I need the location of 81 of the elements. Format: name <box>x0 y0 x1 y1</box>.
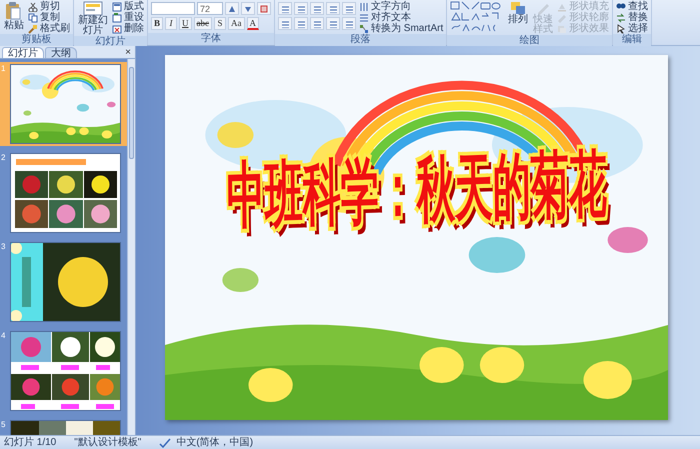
format-button[interactable]: S <box>214 17 226 30</box>
fill-icon <box>557 2 568 12</box>
ribbon-button[interactable]: 转换为 SmartArt <box>359 23 444 34</box>
spellcheck-icon <box>159 438 172 448</box>
ribbon-button[interactable]: 重设 <box>112 12 144 23</box>
align-button[interactable] <box>326 17 340 30</box>
align-button[interactable] <box>342 17 356 30</box>
indent-button[interactable] <box>342 2 356 15</box>
align-button[interactable] <box>294 17 308 30</box>
slide-counter: 幻灯片 1/10 <box>4 436 56 448</box>
align-button[interactable] <box>310 17 324 30</box>
ribbon-button[interactable]: 替换 <box>616 12 648 23</box>
font-size-field[interactable]: 72 <box>197 2 223 15</box>
align-button[interactable] <box>278 17 292 30</box>
paste-button[interactable]: 粘贴 <box>3 1 25 31</box>
ribbon-button[interactable]: 版式 <box>112 1 144 12</box>
lines-icon <box>345 20 353 28</box>
format-button[interactable]: A <box>246 17 260 30</box>
ribbon-button[interactable]: 剪切 <box>28 1 70 12</box>
new-slide-button[interactable]: 新建幻灯片 <box>77 1 109 36</box>
cursor-icon <box>616 24 626 34</box>
lines-icon <box>281 20 289 28</box>
ribbon-button[interactable]: 删除 <box>112 23 144 34</box>
lines-icon <box>297 20 305 28</box>
delete-icon <box>112 24 122 34</box>
list-button[interactable] <box>294 2 308 15</box>
format-button[interactable]: I <box>165 17 178 30</box>
binoculars-icon <box>616 2 626 12</box>
font-name-field[interactable] <box>151 2 195 15</box>
clear-format-button[interactable] <box>257 2 271 15</box>
align-icon <box>359 12 369 22</box>
stacked-squares-icon <box>510 1 526 15</box>
effects-icon <box>557 24 568 34</box>
copy-icon <box>28 12 38 22</box>
format-button[interactable]: abc <box>194 17 212 30</box>
language-status[interactable]: 中文(简体，中国) <box>176 436 254 448</box>
lines-icon <box>297 4 305 12</box>
scrollbar[interactable] <box>127 59 135 435</box>
theme-name: "默认设计模板" <box>74 436 142 448</box>
list-button[interactable] <box>278 2 292 15</box>
format-button[interactable]: U <box>179 17 192 30</box>
group-label: 绘图 <box>447 35 612 47</box>
reset-icon <box>112 12 122 22</box>
ribbon-button[interactable]: 复制 <box>28 12 70 23</box>
grow-font-button[interactable] <box>225 2 239 15</box>
slide-number: 3 <box>1 242 6 251</box>
lines-icon <box>313 20 321 28</box>
group-label: 字体 <box>148 33 274 45</box>
ribbon-button[interactable]: 对齐文本 <box>359 12 444 23</box>
shrink-font-button[interactable] <box>241 2 255 15</box>
lines-icon <box>281 4 289 12</box>
format-button[interactable]: B <box>151 17 164 30</box>
group-label: 剪贴板 <box>0 34 73 46</box>
lines-icon <box>329 20 337 28</box>
slide-number: 1 <box>1 64 6 73</box>
eraser-icon <box>260 4 268 12</box>
layout-icon <box>112 2 122 12</box>
format-button[interactable]: Aa <box>228 17 245 30</box>
slide-number: 4 <box>1 331 6 340</box>
arrange-button[interactable]: 排列 <box>507 1 530 25</box>
indent-button[interactable] <box>326 2 340 15</box>
slide-number: 2 <box>1 153 6 162</box>
group-label: 编辑 <box>613 34 652 46</box>
lines-icon <box>329 4 337 12</box>
text-direction-icon <box>359 2 369 12</box>
ribbon-button[interactable]: 查找 <box>616 1 648 12</box>
lines-icon <box>313 4 321 12</box>
scissors-icon <box>28 2 38 12</box>
ribbon-button[interactable]: 文字方向 <box>359 1 444 12</box>
slide-number: 5 <box>1 420 6 429</box>
ribbon-button[interactable]: 选择 <box>616 23 648 34</box>
pane-tab[interactable]: 幻灯片 <box>2 47 44 58</box>
smartart-icon <box>359 24 369 34</box>
indent-button[interactable] <box>310 2 324 15</box>
pen-icon <box>557 12 568 22</box>
group-label: 段落 <box>275 34 446 46</box>
pane-tab[interactable]: 大纲 <box>45 47 77 58</box>
slide-icon <box>82 1 104 16</box>
lines-icon <box>345 4 353 12</box>
replace-icon <box>616 12 626 22</box>
close-button[interactable]: × <box>121 47 135 58</box>
